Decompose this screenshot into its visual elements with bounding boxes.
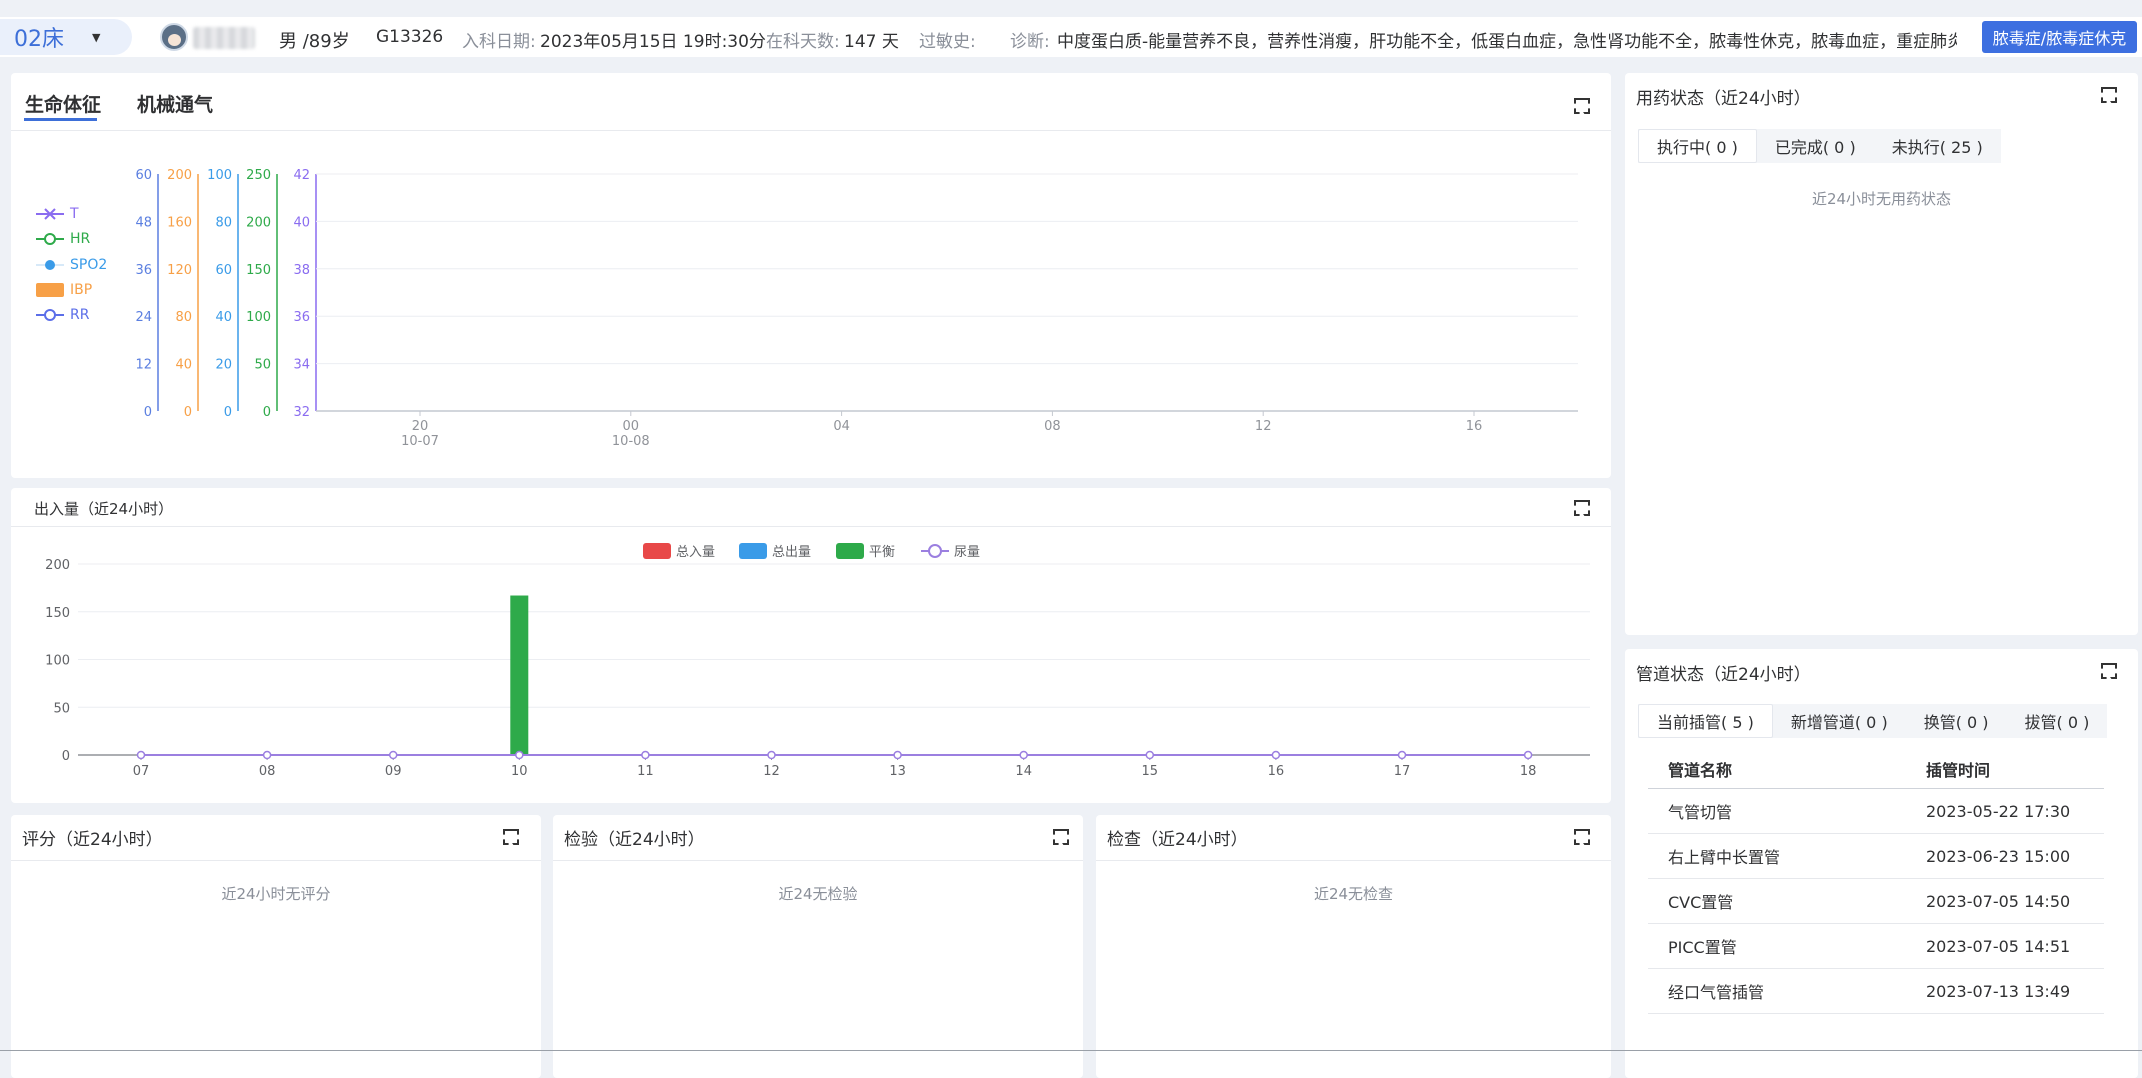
- io-point: [1397, 750, 1407, 760]
- io-x-tick-label: 07: [133, 764, 150, 779]
- io-legend-swatch: [836, 543, 864, 559]
- io-point: [1145, 750, 1155, 760]
- io-point: [262, 750, 272, 760]
- tube-name: 右上臂中长置管: [1668, 848, 1781, 867]
- io-point: [388, 750, 398, 760]
- io-x-tick-label: 15: [1142, 764, 1159, 779]
- io-point: [641, 750, 650, 760]
- exam-title: 检查（近24小时）: [1107, 830, 1248, 850]
- lab-empty: 近24无检验: [778, 885, 858, 903]
- io-legend-marker: [928, 544, 942, 558]
- divider: [1096, 860, 1611, 861]
- io-x-tick-label: 10: [511, 764, 528, 779]
- tab-tubes-new[interactable]: 新增管道( 0 ): [1773, 704, 1906, 738]
- score-empty: 近24小时无评分: [221, 885, 331, 903]
- io-legend-label: 尿量: [954, 545, 980, 560]
- io-legend-swatch: [739, 543, 767, 559]
- bottom-border: [0, 1050, 2142, 1051]
- io-x-tick-label: 18: [1520, 764, 1537, 779]
- table-row[interactable]: 经口气管插管 2023-07-13 13:49: [1648, 969, 2104, 1014]
- tube-time: 2023-07-05 14:51: [1926, 936, 2071, 956]
- io-point: [767, 750, 776, 760]
- score-title: 评分（近24小时）: [22, 830, 163, 850]
- io-point: [515, 750, 524, 760]
- io-x-tick-label: 12: [763, 764, 780, 779]
- io-x-tick-label: 11: [637, 764, 654, 779]
- io-point: [1019, 750, 1028, 760]
- io-legend-swatch: [643, 543, 671, 559]
- tab-tubes-removed[interactable]: 拔管( 0 ): [2007, 704, 2108, 738]
- exam-panel: 检查（近24小时） 近24无检查: [1096, 815, 1611, 1078]
- io-y-tick-label: 150: [45, 606, 70, 621]
- table-header: 管道名称 插管时间: [1648, 749, 2104, 789]
- tab-tubes-change[interactable]: 换管( 0 ): [1906, 704, 2007, 738]
- tubes-tabs: 当前插管( 5 ) 新增管道( 0 ) 换管( 0 ) 拔管( 0 ): [1638, 704, 2108, 738]
- expand-icon[interactable]: [1053, 829, 1069, 845]
- io-point: [1271, 750, 1281, 760]
- tab-tubes-current[interactable]: 当前插管( 5 ): [1638, 704, 1773, 738]
- io-point: [136, 750, 146, 760]
- meds-empty: 近24小时无用药状态: [1811, 190, 1952, 208]
- tube-name: PICC置管: [1668, 938, 1737, 957]
- tube-name: CVC置管: [1668, 893, 1734, 912]
- divider: [11, 860, 541, 861]
- meds-tabs: 执行中( 0 ) 已完成( 0 ) 未执行( 25 ): [1638, 129, 2001, 163]
- io-point: [1523, 750, 1533, 760]
- io-x-tick-label: 13: [889, 764, 906, 779]
- io-legend-label: 总出量: [772, 545, 811, 560]
- divider: [553, 860, 1083, 861]
- sepsis-tag-button[interactable]: 脓毒症/脓毒症休克: [1982, 21, 2137, 53]
- io-legend-label: 总入量: [676, 545, 715, 560]
- tube-time: 2023-07-13 13:49: [1926, 981, 2071, 1001]
- tab-meds-running[interactable]: 执行中( 0 ): [1638, 129, 1757, 163]
- exam-empty: 近24无检查: [1313, 885, 1394, 903]
- meds-panel: 用药状态（近24小时） 执行中( 0 ) 已完成( 0 ) 未执行( 25 ) …: [1625, 73, 2138, 635]
- io-x-tick-label: 09: [385, 764, 402, 779]
- tube-time: 2023-07-05 14:50: [1926, 891, 2071, 911]
- score-panel: 评分（近24小时） 近24小时无评分: [11, 815, 541, 1078]
- meds-title: 用药状态（近24小时）: [1636, 89, 1811, 109]
- table-row[interactable]: CVC置管 2023-07-05 14:50: [1648, 879, 2104, 924]
- tube-time: 2023-05-22 17:30: [1926, 801, 2071, 821]
- tab-meds-done[interactable]: 已完成( 0 ): [1757, 129, 1874, 163]
- tubes-table: 管道名称 插管时间 气管切管 2023-05-22 17:30 右上臂中长置管 …: [1648, 749, 2104, 1014]
- io-x-tick-label: 16: [1268, 764, 1285, 779]
- column-header-time: 插管时间: [1926, 760, 1991, 780]
- tube-time: 2023-06-23 15:00: [1926, 846, 2071, 866]
- io-y-tick-label: 200: [45, 558, 70, 573]
- tube-name: 经口气管插管: [1668, 983, 1765, 1002]
- io-y-tick-label: 0: [62, 749, 70, 764]
- io-chart: 0 50 100 150 200 07 08 09 10 11 12 13 14 15 16 17 18 总入量 总…: [45, 543, 1590, 779]
- tubes-title: 管道状态（近24小时）: [1636, 665, 1811, 685]
- tube-name: 气管切管: [1668, 803, 1733, 822]
- column-header-name: 管道名称: [1668, 760, 1733, 780]
- io-bar: [510, 595, 529, 755]
- expand-icon[interactable]: [2101, 87, 2117, 103]
- io-y-tick-label: 50: [53, 701, 70, 716]
- expand-icon[interactable]: [2101, 663, 2117, 679]
- table-row[interactable]: 右上臂中长置管 2023-06-23 15:00: [1648, 834, 2104, 879]
- io-x-tick-label: 14: [1015, 764, 1032, 779]
- lab-title: 检验（近24小时）: [564, 830, 705, 850]
- io-x-tick-label: 08: [259, 764, 276, 779]
- io-legend-label: 平衡: [869, 545, 895, 560]
- io-point: [893, 750, 902, 760]
- table-row[interactable]: 气管切管 2023-05-22 17:30: [1648, 789, 2104, 834]
- table-row[interactable]: PICC置管 2023-07-05 14:51: [1648, 924, 2104, 969]
- expand-icon[interactable]: [503, 829, 519, 845]
- expand-icon[interactable]: [1574, 829, 1590, 845]
- io-y-tick-label: 100: [45, 654, 70, 669]
- lab-panel: 检验（近24小时） 近24无检验: [553, 815, 1083, 1078]
- tab-meds-pending[interactable]: 未执行( 25 ): [1874, 129, 2001, 163]
- io-x-tick-label: 17: [1394, 764, 1411, 779]
